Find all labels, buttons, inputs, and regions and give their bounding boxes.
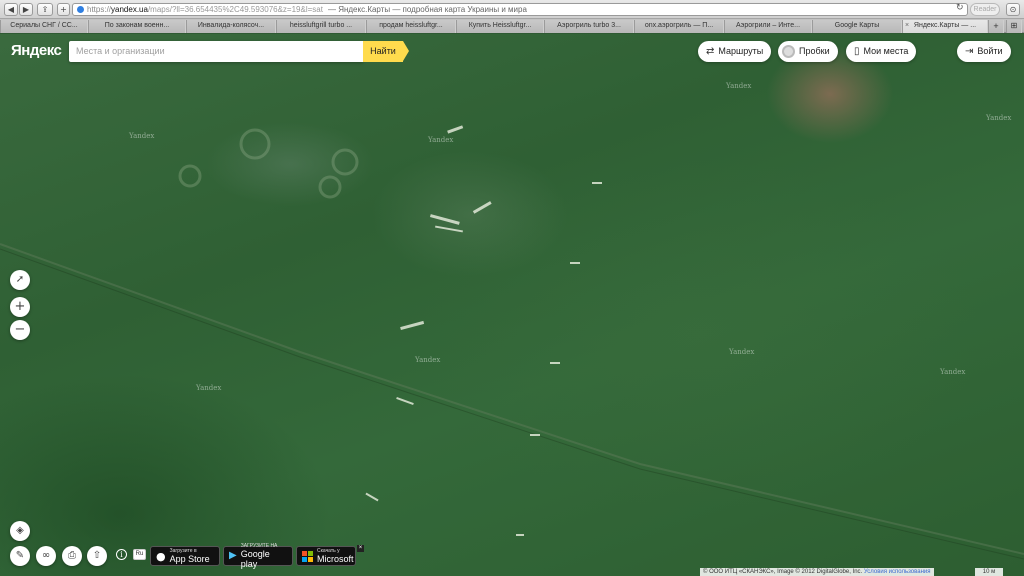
url-scheme: https:// <box>87 5 112 14</box>
map-watermark: Yandex <box>729 348 755 356</box>
login-label: Войти <box>977 46 1003 56</box>
routes-label: Маршруты <box>718 46 764 56</box>
traffic-icon <box>782 45 795 58</box>
map-scale: 10 м <box>975 568 1003 576</box>
url-path: /maps/?ll=36.654435%2C49.593076&z=19&l=s… <box>147 5 323 14</box>
tab-title: Сериалы СНГ / СС... <box>10 22 78 29</box>
badge-large-text: Microsoft <box>317 554 354 564</box>
tab-active[interactable]: × Яндекс.Карты — ... <box>902 20 988 33</box>
badge-large-text: Google play <box>240 549 270 569</box>
info-icon[interactable]: i <box>116 549 127 560</box>
login-icon: ⇥ <box>965 45 974 57</box>
tab-title: onx.аэрогриль — П... <box>644 22 714 29</box>
tab[interactable]: Купить Heissluftgr... <box>456 20 544 33</box>
tab[interactable]: Аэрогрили – Инте... <box>724 20 812 33</box>
tab-title: Аэрогрили – Инте... <box>735 22 801 29</box>
binoculars-icon: ∞ <box>41 550 51 561</box>
tab-title: Google Карты <box>834 22 880 29</box>
google-play-badge[interactable]: ▶ ЗАГРУЗИТЕ НА Google play <box>223 543 293 569</box>
tab-title: Яндекс.Карты — ... <box>913 22 977 29</box>
map-watermark: Yandex <box>428 136 454 144</box>
layers-button[interactable]: ◈ <box>10 521 30 541</box>
ruler-icon: ✎ <box>15 550 25 561</box>
tab[interactable]: Google Карты <box>812 20 902 33</box>
satellite-map[interactable]: Yandex Yandex Yandex Yandex Yandex Yande… <box>0 34 1024 576</box>
tab-title: По законам военн... <box>104 22 170 29</box>
share-map-button[interactable]: ⇧ <box>87 546 107 566</box>
badge-large-text: App Store <box>169 554 210 564</box>
share-icon: ⇧ <box>92 550 102 561</box>
close-icon[interactable]: × <box>905 20 909 32</box>
map-terrain <box>0 125 1024 560</box>
tab[interactable]: По законам военн... <box>88 20 186 33</box>
browser-toolbar: ◀ ▶ ⇪ + https:// yandex.ua /maps/?ll=36.… <box>0 0 1024 19</box>
map-watermark: Yandex <box>196 384 222 392</box>
map-watermark: Yandex <box>940 368 966 376</box>
back-button[interactable]: ◀ <box>4 3 18 16</box>
tab-title: heissluftgrill turbo ... <box>289 22 353 29</box>
downloads-button[interactable]: ⊙ <box>1006 3 1020 16</box>
reader-button[interactable]: Reader <box>970 3 1000 16</box>
address-bar[interactable]: https:// yandex.ua /maps/?ll=36.654435%2… <box>72 3 968 16</box>
terms-link[interactable]: Условия использования <box>864 569 931 575</box>
map-watermark: Yandex <box>415 356 441 364</box>
app-store-badge[interactable]: ● Загрузите в App Store <box>150 546 220 566</box>
url-host: yandex.ua <box>111 5 148 14</box>
share-button[interactable]: ⇪ <box>37 3 53 16</box>
map-watermark: Yandex <box>129 132 155 140</box>
yandex-logo[interactable]: Яндекс <box>11 42 62 59</box>
tab[interactable]: heissluftgrill turbo ... <box>276 20 366 33</box>
microsoft-badge[interactable]: Скачать у Microsoft <box>296 546 356 566</box>
tab-title: Инвалида-колясоч... <box>197 22 265 29</box>
print-button[interactable]: ⎙ <box>62 546 82 566</box>
map-watermark: Yandex <box>726 82 752 90</box>
apple-icon: ● <box>156 549 166 563</box>
zoom-in-button[interactable]: + <box>10 297 30 317</box>
site-globe-icon <box>77 6 84 13</box>
copyright-bar: © ООО ИТЦ «СКАНЭКС», Image © 2012 Digita… <box>700 568 934 576</box>
play-icon: ▶ <box>229 550 237 561</box>
windows-icon <box>302 550 313 562</box>
tab-title: Аэрогриль turbo 3... <box>557 22 621 29</box>
printer-icon: ⎙ <box>68 550 76 561</box>
login-button[interactable]: ⇥ Войти <box>957 41 1011 62</box>
map-watermark: Yandex <box>986 114 1012 122</box>
traffic-label: Пробки <box>799 46 830 56</box>
tab-overview-button[interactable]: ⊞ <box>1006 20 1022 33</box>
locate-me-button[interactable]: ➚ <box>10 270 30 290</box>
copyright-text: © ООО ИТЦ «СКАНЭКС», Image © 2012 Digita… <box>703 569 863 575</box>
language-button[interactable]: Ru <box>133 549 146 560</box>
my-places-button[interactable]: ▯ Мои места <box>846 41 917 62</box>
search-input[interactable] <box>69 41 363 62</box>
tab[interactable]: onx.аэрогриль — П... <box>634 20 724 33</box>
layers-icon: ◈ <box>16 525 24 536</box>
routes-button[interactable]: ⇄ Маршруты <box>698 41 772 62</box>
page-title: — Яндекс.Карты — подробная карта Украины… <box>327 5 527 14</box>
reload-icon[interactable]: ↻ <box>956 2 964 13</box>
panorama-button[interactable]: ∞ <box>36 546 56 566</box>
tab[interactable]: Сериалы СНГ / СС... <box>0 20 88 33</box>
bookmark-icon: ▯ <box>854 45 860 57</box>
tab-title: Купить Heissluftgr... <box>468 22 532 29</box>
search-button[interactable]: Найти <box>363 41 409 62</box>
ruler-button[interactable]: ✎ <box>10 546 30 566</box>
my-places-label: Мои места <box>863 46 909 56</box>
new-tab-button[interactable]: + <box>57 3 70 16</box>
route-icon: ⇄ <box>706 45 715 57</box>
tab[interactable]: Аэрогриль turbo 3... <box>544 20 634 33</box>
location-arrow-icon: ➚ <box>15 274 25 285</box>
traffic-button[interactable]: Пробки <box>778 41 838 62</box>
zoom-out-button[interactable]: − <box>10 320 30 340</box>
close-icon[interactable]: × <box>357 545 364 552</box>
tab-bar: Сериалы СНГ / СС... По законам военн... … <box>0 19 1024 33</box>
tab[interactable]: продам heissluftgr... <box>366 20 456 33</box>
tab-title: продам heissluftgr... <box>379 22 443 29</box>
new-tab-plus-button[interactable]: + <box>988 20 1004 33</box>
forward-button[interactable]: ▶ <box>19 3 33 16</box>
tab[interactable]: Инвалида-колясоч... <box>186 20 276 33</box>
